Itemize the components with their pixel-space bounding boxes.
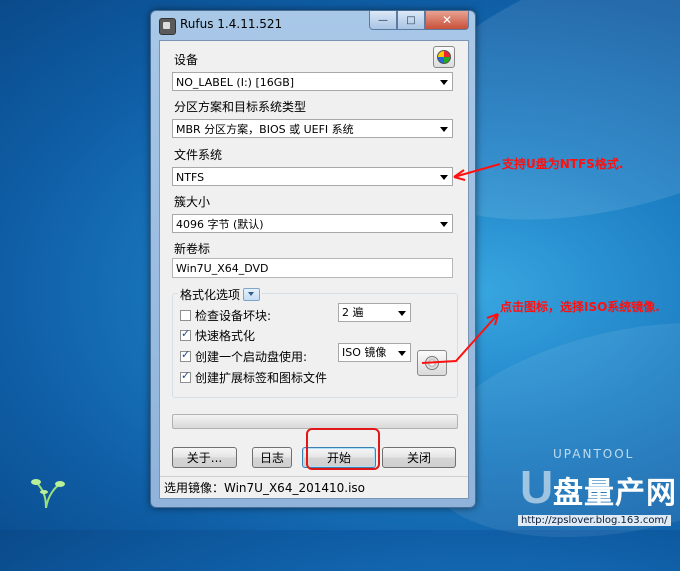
boot-type-value: ISO 镜像 [342,346,387,359]
quick-format-label: 快速格式化 [195,329,256,343]
device-value: NO_LABEL (I:) [16GB] [176,76,295,89]
passes-value: 2 遍 [342,306,364,319]
partition-value: MBR 分区方案，BIOS 或 UEFI 系统 [176,123,354,136]
bad-blocks-row[interactable]: 检查设备坏块: [180,307,271,324]
filesystem-value: NTFS [176,171,205,184]
chevron-down-icon [440,222,448,227]
chevron-down-icon [440,127,448,132]
bad-blocks-checkbox[interactable] [180,310,191,321]
filesystem-label: 文件系统 [174,148,223,162]
advanced-toggle-icon[interactable] [243,288,261,301]
plant-icon [31,479,65,508]
volume-label-input[interactable]: Win7U_X64_DVD [172,258,453,278]
select-iso-button[interactable] [417,350,447,376]
chevron-down-icon [440,80,448,85]
extended-label-label: 创建扩展标签和图标文件 [195,371,328,385]
chevron-down-icon [398,311,406,316]
status-bar: 选用镜像：Win7U_X64_201410.iso [160,476,468,498]
partition-select[interactable]: MBR 分区方案，BIOS 或 UEFI 系统 [172,119,453,138]
volume-label: 新卷标 [174,242,211,256]
cluster-select[interactable]: 4096 字节 (默认) [172,214,453,233]
device-label: 设备 [174,53,199,67]
format-options-title: 格式化选项 [178,286,263,303]
minimize-button[interactable]: — [369,11,397,30]
chevron-down-icon [440,175,448,180]
bad-blocks-label: 检查设备坏块: [195,309,272,323]
progress-bar [172,414,458,429]
window-title: Rufus 1.4.11.521 [180,17,283,31]
quick-format-row[interactable]: 快速格式化 [180,327,255,344]
cluster-label: 簇大小 [174,195,211,209]
iso-annotation: 点击图标，选择ISO系统镜像. [500,300,660,314]
bootable-checkbox[interactable] [180,348,191,362]
caption-buttons: — □ ✕ [369,11,469,30]
title-bar[interactable]: Rufus 1.4.11.521 — □ ✕ [151,11,475,39]
extended-label-row[interactable]: 创建扩展标签和图标文件 [180,369,327,386]
hash-button[interactable] [433,46,455,68]
cluster-value: 4096 字节 (默认) [176,218,264,231]
about-button[interactable]: 关于... [172,447,237,468]
extended-label-checkbox[interactable] [180,369,191,383]
watermark-domain: UPANTOOL [553,447,635,461]
start-highlight [306,428,380,470]
disc-icon [425,356,439,370]
globe-icon [437,50,451,64]
rufus-app-icon [159,18,176,35]
chevron-down-icon [398,351,406,356]
quick-format-checkbox[interactable] [180,327,191,341]
partition-label: 分区方案和目标系统类型 [174,100,307,114]
watermark-logo: U [520,461,554,513]
close-window-button[interactable]: ✕ [425,11,469,30]
bootable-label: 创建一个启动盘使用: [195,350,308,364]
passes-select[interactable]: 2 遍 [338,303,411,322]
format-options-title-text: 格式化选项 [180,288,241,302]
bootable-row[interactable]: 创建一个启动盘使用: [180,348,307,365]
filesystem-select[interactable]: NTFS [172,167,453,186]
log-button[interactable]: 日志 [252,447,292,468]
close-button[interactable]: 关闭 [382,447,456,468]
maximize-button[interactable]: □ [397,11,425,30]
watermark-url: http://zpslover.blog.163.com/ [518,515,671,526]
device-select[interactable]: NO_LABEL (I:) [16GB] [172,72,453,91]
watermark-title: 盘量产网 [553,476,677,511]
boot-type-select[interactable]: ISO 镜像 [338,343,411,362]
ntfs-annotation: 支持U盘为NTFS格式. [502,157,624,171]
